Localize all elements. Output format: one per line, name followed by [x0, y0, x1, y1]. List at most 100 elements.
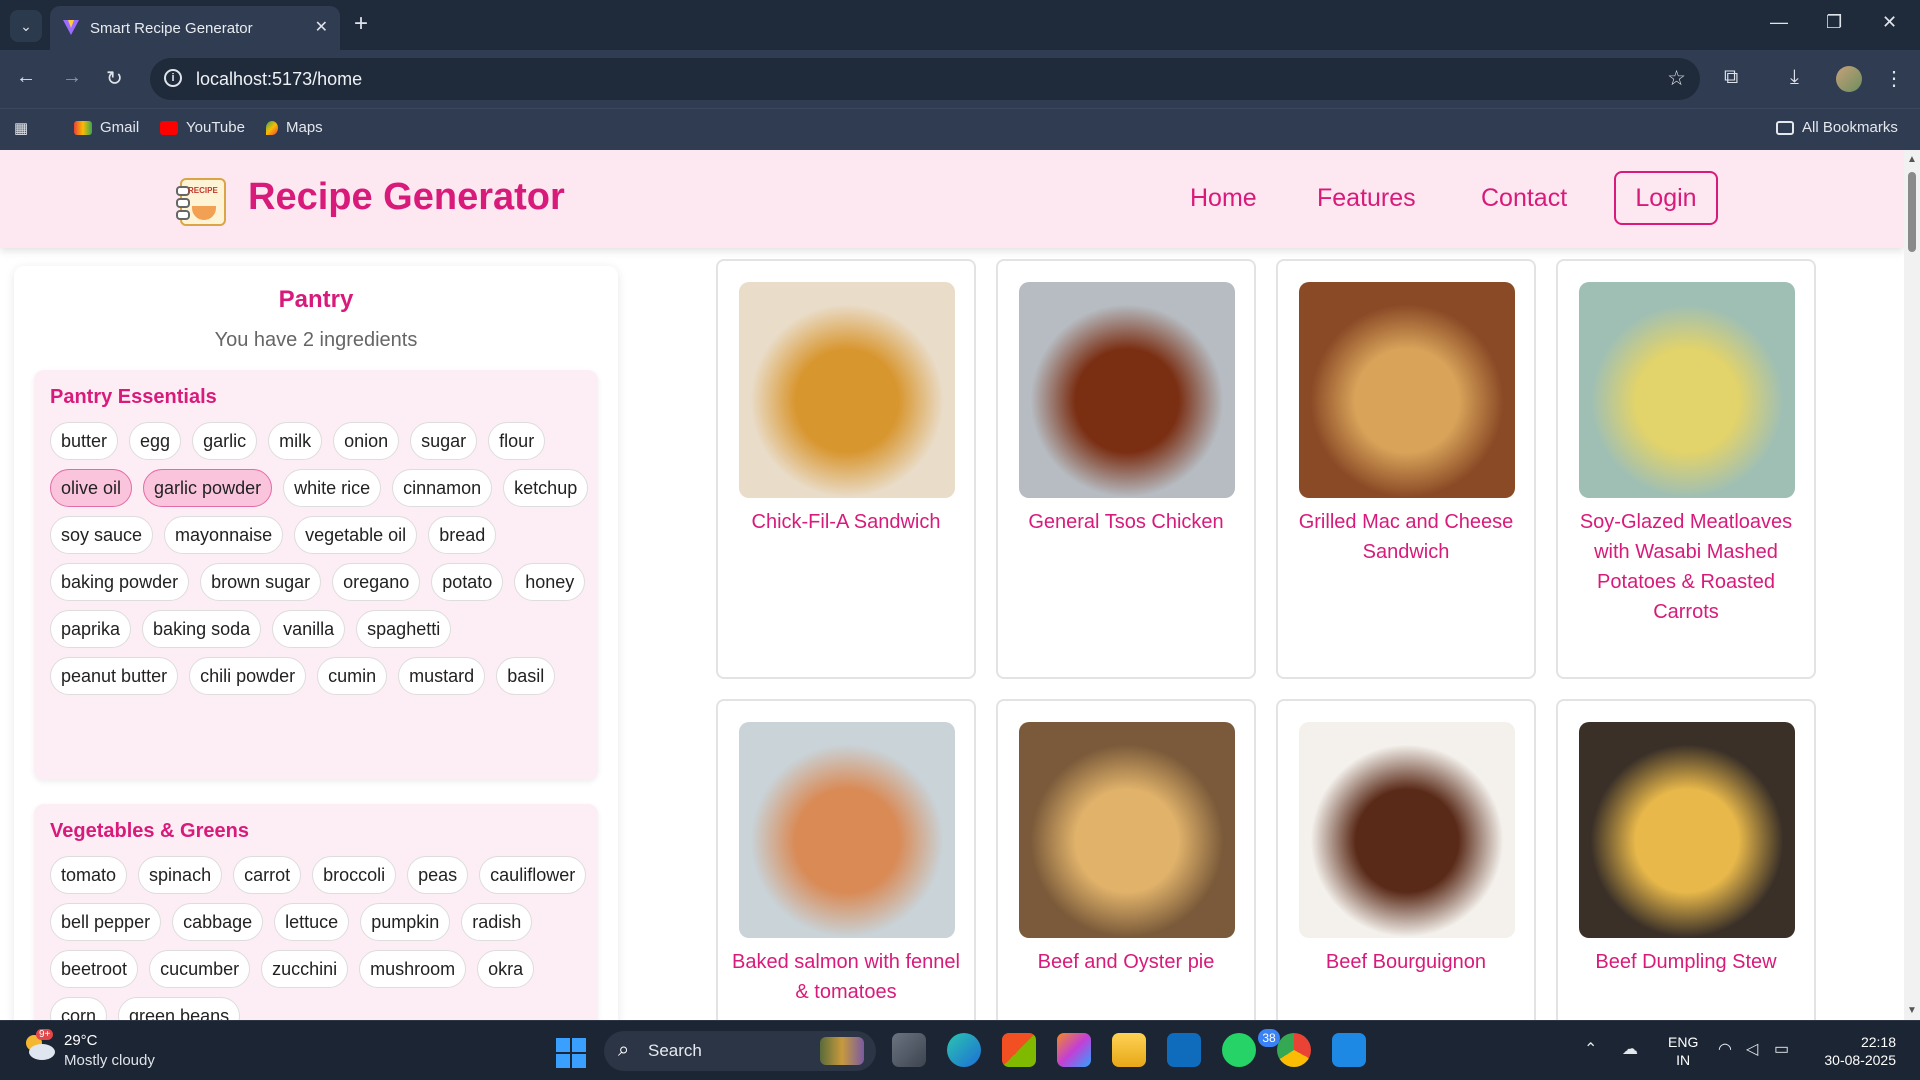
ingredient-chip[interactable]: flour	[488, 422, 546, 460]
ingredient-chip[interactable]: peanut butter	[50, 657, 179, 695]
ingredient-chip[interactable]: okra	[477, 950, 535, 988]
scroll-down-icon[interactable]: ▼	[1907, 1005, 1917, 1016]
ingredient-chip[interactable]: potato	[431, 563, 504, 601]
ingredient-chip[interactable]: baking soda	[142, 610, 262, 648]
outlook-icon[interactable]	[1167, 1033, 1201, 1067]
whatsapp-icon[interactable]	[1222, 1033, 1256, 1067]
scroll-up-icon[interactable]: ▲	[1907, 154, 1917, 165]
ingredient-chip[interactable]: baking powder	[50, 563, 190, 601]
scrollbar-thumb[interactable]	[1908, 172, 1916, 252]
ingredient-chip[interactable]: cucumber	[149, 950, 251, 988]
recipe-card[interactable]: General Tsos Chicken	[996, 259, 1256, 679]
ingredient-chip[interactable]: tomato	[50, 856, 128, 894]
back-icon[interactable]: ←	[16, 66, 36, 89]
ingredient-chip[interactable]: olive oil	[50, 469, 133, 507]
ingredient-chip[interactable]: bread	[428, 516, 497, 554]
brand-title[interactable]: Recipe Generator	[248, 176, 565, 219]
ingredient-chip[interactable]: radish	[461, 903, 533, 941]
forward-icon[interactable]: →	[62, 66, 82, 89]
minimize-icon[interactable]: —	[1770, 12, 1788, 33]
bookmark-gmail[interactable]: Gmail	[74, 119, 139, 136]
ingredient-chip[interactable]: brown sugar	[200, 563, 322, 601]
recipe-image[interactable]	[1019, 722, 1235, 938]
ingredient-chip[interactable]: carrot	[233, 856, 302, 894]
clock[interactable]: 22:18 30-08-2025	[1816, 1033, 1896, 1069]
weather-temp[interactable]: 29°C	[64, 1032, 98, 1049]
recipe-name[interactable]: Chick-Fil-A Sandwich	[730, 507, 962, 537]
close-tab-icon[interactable]: ✕	[315, 17, 328, 37]
recipe-card[interactable]: Baked salmon with fennel & tomatoes	[716, 699, 976, 1020]
recipe-card[interactable]: Soy-Glazed Meatloaves with Wasabi Mashed…	[1556, 259, 1816, 679]
recipe-card[interactable]: Beef and Oyster pie	[996, 699, 1256, 1020]
volume-icon[interactable]: ◁	[1746, 1039, 1758, 1059]
ingredient-chip[interactable]: cabbage	[172, 903, 264, 941]
page-scrollbar[interactable]: ▲ ▼	[1904, 150, 1920, 1020]
ingredient-chip[interactable]: white rice	[283, 469, 382, 507]
ingredient-chip[interactable]: corn	[50, 997, 108, 1020]
more-menu-icon[interactable]: ⋮	[1884, 66, 1904, 91]
ingredient-chip[interactable]: bell pepper	[50, 903, 162, 941]
ingredient-chip[interactable]: butter	[50, 422, 119, 460]
recipe-image[interactable]	[1299, 282, 1515, 498]
apps-icon[interactable]: ▦	[14, 119, 28, 137]
ingredient-chip[interactable]: mushroom	[359, 950, 467, 988]
ingredient-chip[interactable]: milk	[268, 422, 323, 460]
ingredient-chip[interactable]: beetroot	[50, 950, 139, 988]
wifi-icon[interactable]: ◠	[1718, 1039, 1732, 1059]
weather-desc[interactable]: Mostly cloudy	[64, 1052, 155, 1069]
ingredient-chip[interactable]: pumpkin	[360, 903, 451, 941]
recipe-image[interactable]	[739, 722, 955, 938]
recipe-name[interactable]: Beef Bourguignon	[1290, 947, 1522, 977]
recipe-name[interactable]: General Tsos Chicken	[1010, 507, 1242, 537]
ingredient-chip[interactable]: cinnamon	[392, 469, 493, 507]
recipe-image[interactable]	[1299, 722, 1515, 938]
recipe-card[interactable]: Chick-Fil-A Sandwich	[716, 259, 976, 679]
ingredient-chip[interactable]: paprika	[50, 610, 132, 648]
extensions-icon[interactable]: ⧉	[1724, 66, 1738, 89]
recipe-image[interactable]	[1579, 722, 1795, 938]
ingredient-chip[interactable]: basil	[496, 657, 556, 695]
ingredient-chip[interactable]: garlic powder	[143, 469, 273, 507]
ingredient-chip[interactable]: sugar	[410, 422, 478, 460]
ingredient-chip[interactable]: soy sauce	[50, 516, 154, 554]
ingredient-chip[interactable]: chili powder	[189, 657, 307, 695]
recipe-card[interactable]: Grilled Mac and Cheese Sandwich	[1276, 259, 1536, 679]
recipe-image[interactable]	[1019, 282, 1235, 498]
weather-icon[interactable]: 9+	[22, 1029, 56, 1061]
ingredient-chip[interactable]: zucchini	[261, 950, 349, 988]
reload-icon[interactable]: ↻	[106, 66, 123, 91]
browser-tab[interactable]: Smart Recipe Generator ✕	[50, 6, 340, 50]
copilot-icon[interactable]	[1057, 1033, 1091, 1067]
bookmark-maps[interactable]: Maps	[266, 119, 323, 136]
recipe-name[interactable]: Grilled Mac and Cheese Sandwich	[1290, 507, 1522, 567]
download-icon[interactable]: ⤓	[1790, 66, 1799, 89]
tab-search-button[interactable]: ⌄	[10, 10, 42, 42]
restore-icon[interactable]: ❐	[1826, 12, 1842, 33]
store-icon[interactable]	[1002, 1033, 1036, 1067]
recipe-card[interactable]: Beef Dumpling Stew	[1556, 699, 1816, 1020]
ingredient-chip[interactable]: mustard	[398, 657, 486, 695]
all-bookmarks[interactable]: All Bookmarks	[1776, 119, 1898, 136]
recipe-name[interactable]: Beef and Oyster pie	[1010, 947, 1242, 977]
tray-overflow-icon[interactable]: ⌃	[1584, 1039, 1597, 1059]
file-explorer-icon[interactable]	[1112, 1033, 1146, 1067]
taskbar-search[interactable]: ⌕ Search	[604, 1031, 876, 1071]
profile-avatar[interactable]	[1836, 66, 1862, 92]
nav-contact[interactable]: Contact	[1481, 184, 1567, 213]
battery-icon[interactable]: ▭	[1774, 1039, 1789, 1059]
ingredient-chip[interactable]: honey	[514, 563, 586, 601]
recipe-name[interactable]: Soy-Glazed Meatloaves with Wasabi Mashed…	[1570, 507, 1802, 627]
ingredient-chip[interactable]: green beans	[118, 997, 241, 1020]
recipe-name[interactable]: Beef Dumpling Stew	[1570, 947, 1802, 977]
ingredient-chip[interactable]: oregano	[332, 563, 421, 601]
login-button[interactable]: Login	[1614, 171, 1718, 225]
ingredient-chip[interactable]: garlic	[192, 422, 258, 460]
onedrive-icon[interactable]: ☁	[1622, 1039, 1638, 1059]
recipe-name[interactable]: Baked salmon with fennel & tomatoes	[730, 947, 962, 1007]
recipe-image[interactable]	[739, 282, 955, 498]
ingredient-chip[interactable]: broccoli	[312, 856, 397, 894]
nav-home[interactable]: Home	[1190, 184, 1257, 213]
bookmark-star-icon[interactable]: ☆	[1667, 66, 1686, 91]
url-text[interactable]: localhost:5173/home	[196, 69, 362, 90]
ingredient-chip[interactable]: ketchup	[503, 469, 589, 507]
